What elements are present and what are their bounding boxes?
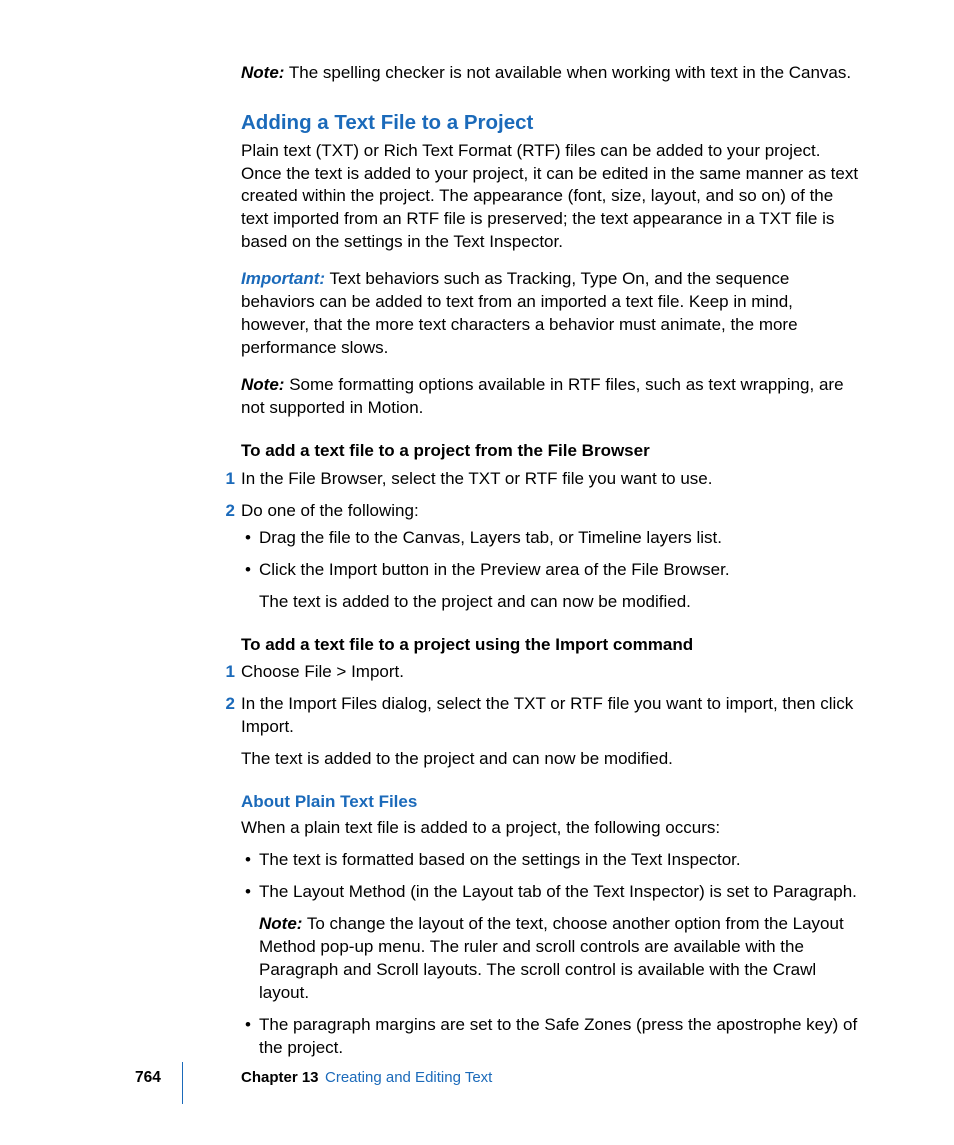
page-number: 764 — [135, 1068, 161, 1089]
list-item: The text is formatted based on the setti… — [259, 849, 862, 872]
list-item: 1 Choose File > Import. — [241, 661, 862, 684]
list-item: 1 In the File Browser, select the TXT or… — [241, 468, 862, 491]
task1-bullets: Drag the file to the Canvas, Layers tab,… — [259, 527, 862, 614]
step-number: 1 — [223, 661, 235, 684]
list-item: The Layout Method (in the Layout tab of … — [259, 881, 862, 1005]
step-text: In the File Browser, select the TXT or R… — [241, 469, 712, 488]
note-label: Note: — [259, 914, 302, 933]
step-text: Choose File > Import. — [241, 662, 404, 681]
footer-rule — [182, 1062, 183, 1104]
list-item: The paragraph margins are set to the Saf… — [259, 1014, 862, 1060]
subsection-intro: When a plain text file is added to a pro… — [241, 817, 862, 840]
step-text: Do one of the following: — [241, 501, 419, 520]
bullet-text: Click the Import button in the Preview a… — [259, 560, 730, 579]
important-label: Important: — [241, 269, 325, 288]
bullet-text: The text is formatted based on the setti… — [259, 850, 741, 869]
bullet-subtext: The text is added to the project and can… — [259, 591, 862, 614]
note-label: Note: — [241, 375, 284, 394]
chapter-label: Chapter 13 — [241, 1068, 319, 1088]
step-number: 1 — [223, 468, 235, 491]
important-para: Important: Text behaviors such as Tracki… — [241, 268, 862, 360]
bullet-text: The Layout Method (in the Layout tab of … — [259, 882, 857, 901]
task-heading-import: To add a text file to a project using th… — [241, 634, 862, 657]
page-content: Note: The spelling checker is not availa… — [0, 0, 954, 1060]
step-after: The text is added to the project and can… — [241, 748, 862, 771]
step-number: 2 — [223, 500, 235, 523]
list-item: Drag the file to the Canvas, Layers tab,… — [259, 527, 862, 550]
list-item: 2 Do one of the following: Drag the file… — [241, 500, 862, 614]
note-label: Note: — [241, 63, 284, 82]
note-text: Some formatting options available in RTF… — [241, 375, 844, 417]
task2-steps: 1 Choose File > Import. 2 In the Import … — [241, 661, 862, 771]
note-rtf: Note: Some formatting options available … — [241, 374, 862, 420]
note-spelling: Note: The spelling checker is not availa… — [241, 62, 862, 85]
task-heading-filebrowser: To add a text file to a project from the… — [241, 440, 862, 463]
list-item: Click the Import button in the Preview a… — [259, 559, 862, 614]
list-item: 2 In the Import Files dialog, select the… — [241, 693, 862, 771]
bullet-text: The paragraph margins are set to the Saf… — [259, 1015, 857, 1057]
step-number: 2 — [223, 693, 235, 716]
chapter-title: Creating and Editing Text — [325, 1068, 492, 1088]
step-text: In the Import Files dialog, select the T… — [241, 694, 853, 736]
section-intro: Plain text (TXT) or Rich Text Format (RT… — [241, 140, 862, 255]
important-text: Text behaviors such as Tracking, Type On… — [241, 269, 798, 357]
section-heading: Adding a Text File to a Project — [241, 109, 862, 137]
bullet-text: Drag the file to the Canvas, Layers tab,… — [259, 528, 722, 547]
note-text: To change the layout of the text, choose… — [259, 914, 844, 1002]
note-text: The spelling checker is not available wh… — [289, 63, 851, 82]
task1-steps: 1 In the File Browser, select the TXT or… — [241, 468, 862, 614]
subsection-bullets: The text is formatted based on the setti… — [259, 849, 862, 1060]
bullet-note: Note: To change the layout of the text, … — [259, 913, 862, 1005]
subsection-heading: About Plain Text Files — [241, 791, 862, 814]
page-footer: 764 Chapter 13 Creating and Editing Text — [0, 1068, 954, 1094]
